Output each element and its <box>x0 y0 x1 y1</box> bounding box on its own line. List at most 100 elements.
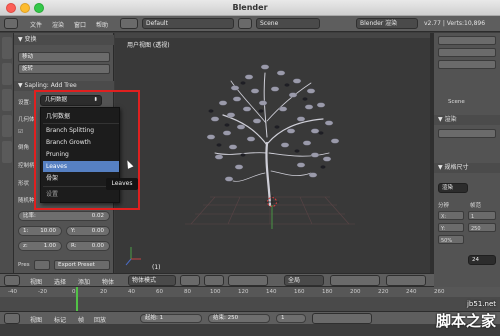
playback-controls[interactable] <box>312 313 372 324</box>
layout-selector[interactable]: Default <box>142 18 234 29</box>
tick-label: 100 <box>210 289 221 295</box>
editor-type-icon[interactable] <box>4 275 20 286</box>
tick-label: -20 <box>38 289 47 295</box>
menu-marker[interactable]: 标记 <box>54 315 66 324</box>
start-frame-field[interactable]: 起始: 1 <box>140 314 202 323</box>
tool-tab[interactable] <box>2 37 12 59</box>
watermark: jb51.net 脚本之家 <box>420 300 500 336</box>
render-buttons[interactable] <box>438 129 496 138</box>
scale-d-field[interactable]: R: 0.00 <box>66 241 110 251</box>
menu-playback[interactable]: 回放 <box>94 315 106 324</box>
menu-help[interactable]: 帮助 <box>96 20 108 29</box>
manipulator-icons[interactable] <box>228 275 268 286</box>
dropdown-separator <box>43 123 119 124</box>
pivot-icon[interactable] <box>204 275 224 286</box>
sapling-panel-header[interactable]: ▼ Sapling: Add Tree <box>14 81 114 91</box>
dropdown-item-leaves[interactable]: Leaves <box>43 161 119 172</box>
random-label: 随机种 <box>18 198 35 204</box>
shading-icon[interactable] <box>180 275 200 286</box>
menu-select[interactable]: 选择 <box>54 277 66 286</box>
render-panel-header[interactable]: ▼ 渲染 <box>434 115 500 125</box>
info-header: 文件 渲染 窗口 帮助 Default Scene Blender 渲染 v2.… <box>0 16 500 32</box>
dimensions-panel-header[interactable]: ▼ 规格尺寸 <box>434 163 500 173</box>
rotate-button[interactable]: 旋转 <box>18 64 110 74</box>
tick-label: 40 <box>128 289 135 295</box>
ratio-label: 比率: <box>23 213 36 219</box>
menu-add[interactable]: 添加 <box>78 277 90 286</box>
scene-label: Scene <box>448 99 465 105</box>
scale-d-label: R: <box>71 243 77 249</box>
scene-icon[interactable] <box>238 18 252 29</box>
resolution-percent-field[interactable]: 50% <box>438 235 464 244</box>
tick-label: 60 <box>156 289 163 295</box>
start-frame-value: 1 <box>159 315 164 321</box>
layer-buttons[interactable] <box>330 275 380 286</box>
menu-window[interactable]: 窗口 <box>74 20 86 29</box>
3d-viewport[interactable]: 用户视图 (透视) (1) <box>115 33 430 273</box>
tree-leaves <box>206 64 340 182</box>
scale-a-field[interactable]: 1: 10.00 <box>18 226 62 236</box>
resolution-x-field[interactable]: X: <box>438 211 464 220</box>
resolution-percent-value: 50% <box>441 238 453 244</box>
scene-selector[interactable]: Scene <box>256 18 320 29</box>
frame-rate-select[interactable]: 24 <box>468 255 496 265</box>
window-titlebar: Blender <box>0 0 500 16</box>
tick-label: 220 <box>378 289 389 295</box>
preset-label: Pres <box>18 262 30 268</box>
end-frame-field[interactable]: 结束: 250 <box>208 314 270 323</box>
resolution-y-field[interactable]: Y: <box>438 223 464 232</box>
frame-label: (1) <box>152 264 161 271</box>
properties-tabs[interactable] <box>438 36 496 45</box>
render-preset-select[interactable]: 渲染 <box>438 183 468 193</box>
orientation-selector[interactable]: 全局 <box>284 275 324 286</box>
layout-icon[interactable] <box>120 18 138 29</box>
menu-view[interactable]: 视图 <box>30 277 42 286</box>
timeline-ruler: -40 -20 0 20 40 60 80 100 120 140 160 18… <box>0 287 500 297</box>
dropdown-item-branch-growth[interactable]: Branch Growth <box>43 137 119 148</box>
control-label: 控制柄 <box>18 163 35 169</box>
menu-render[interactable]: 渲染 <box>52 20 64 29</box>
export-preset-button[interactable]: Export Preset <box>54 260 110 270</box>
properties-context-icons[interactable] <box>438 60 496 69</box>
tick-label: 20 <box>100 289 107 295</box>
shape-label: 形状 <box>18 181 30 187</box>
preset-field[interactable] <box>34 260 50 270</box>
ratio-field[interactable]: 比率: 0.02 <box>18 211 110 221</box>
scale-c-field[interactable]: z: 1.00 <box>18 241 62 251</box>
watermark-brand: 脚本之家 <box>435 312 496 330</box>
current-frame-field[interactable]: 1 <box>276 314 306 323</box>
tool-tab[interactable] <box>2 63 12 85</box>
tick-label: 200 <box>350 289 361 295</box>
frame-end-field[interactable]: 250 <box>468 223 496 232</box>
tool-tab[interactable] <box>2 115 12 137</box>
mode-selector[interactable]: 物体模式 <box>128 275 176 286</box>
frame-start-field[interactable]: 1 <box>468 211 496 220</box>
scale-d-value: 0.00 <box>91 243 104 249</box>
playhead[interactable] <box>76 287 78 311</box>
tool-tab[interactable] <box>2 89 12 111</box>
render-engine-selector[interactable]: Blender 渲染 <box>356 18 418 29</box>
dropdown-item-branch-splitting[interactable]: Branch Splitting <box>43 125 119 136</box>
properties-editor: Scene ▼ 渲染 ▼ 规格尺寸 渲染 分辨 帧范 X: Y: 50% 1 2… <box>434 33 500 303</box>
chevron-down-icon: ⬍ <box>93 97 98 103</box>
menu-timeline-view[interactable]: 视图 <box>30 315 42 324</box>
transform-panel-header[interactable]: ▼ 变换 <box>14 35 114 45</box>
settings-select[interactable]: 几何数据 ⬍ <box>40 95 102 106</box>
scale-b-field[interactable]: Y: 0.00 <box>66 226 110 236</box>
move-button[interactable]: 移动 <box>18 52 110 62</box>
scale-a-label: 1: <box>23 228 29 234</box>
menu-object[interactable]: 物体 <box>102 277 114 286</box>
dropdown-item-geometry[interactable]: 几何数据 <box>43 111 119 122</box>
checkbox-icon[interactable]: ☑ <box>18 129 23 135</box>
tool-tab[interactable] <box>2 141 12 163</box>
editor-type-icon[interactable] <box>4 313 20 324</box>
dropdown-item-pruning[interactable]: Pruning <box>43 149 119 160</box>
frame-range-label: 帧范 <box>470 203 482 209</box>
menu-frame[interactable]: 帧 <box>78 315 84 324</box>
properties-context-icons[interactable] <box>438 48 496 57</box>
end-frame-label: 结束: <box>213 315 226 321</box>
dropdown-title: 设置 <box>46 191 59 198</box>
menu-file[interactable]: 文件 <box>30 20 42 29</box>
snap-icons[interactable] <box>386 275 426 286</box>
editor-type-icon[interactable] <box>4 18 18 29</box>
